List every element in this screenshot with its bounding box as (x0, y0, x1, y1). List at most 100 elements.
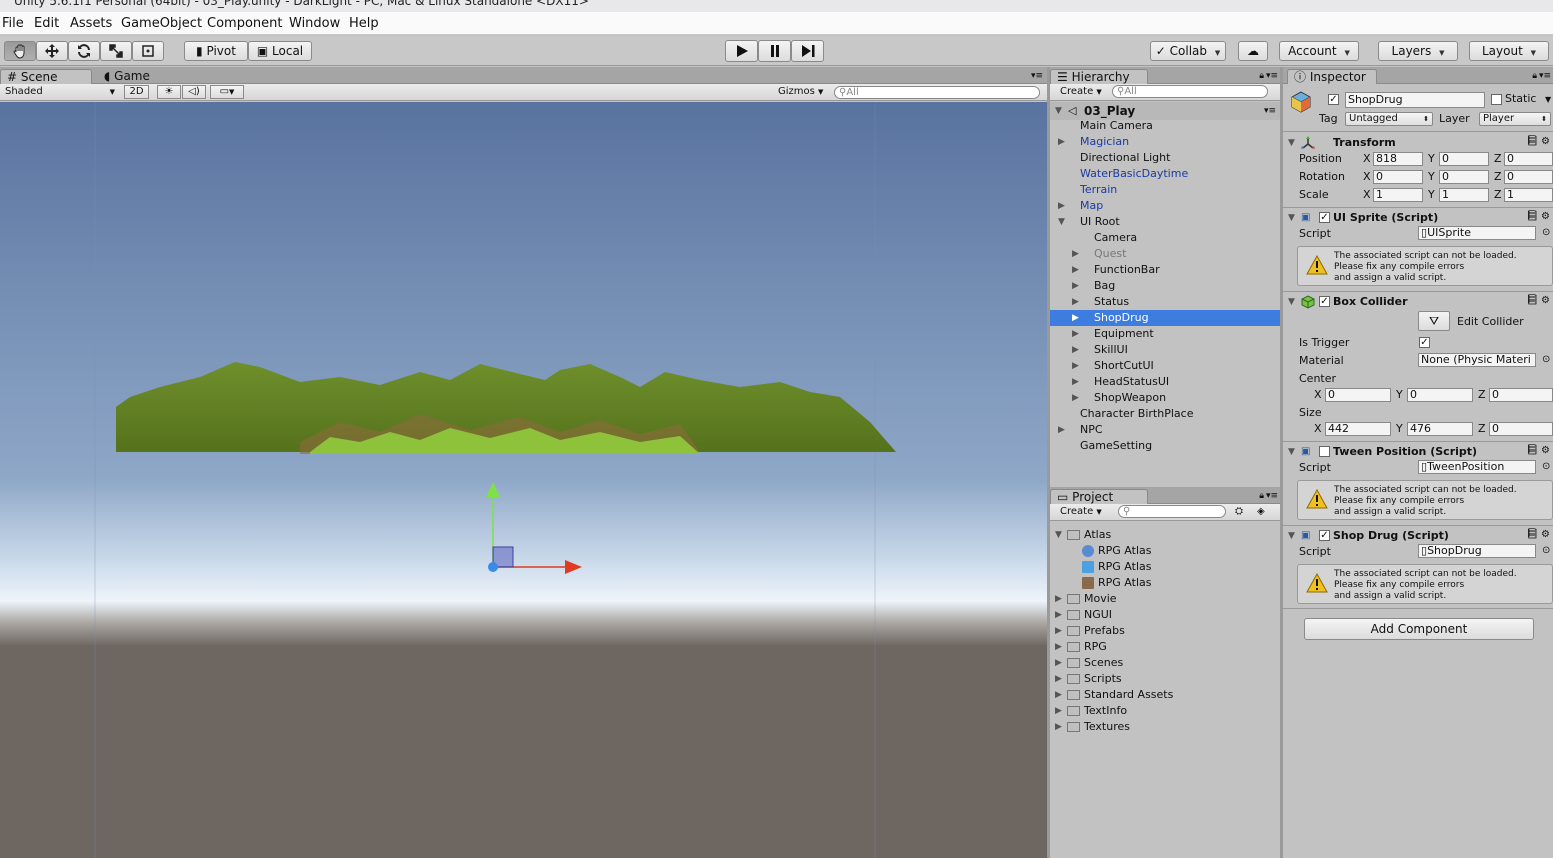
collapse-arrow-icon[interactable]: ▶ (1055, 591, 1062, 607)
collapse-arrow-icon[interactable]: ▶ (1055, 703, 1062, 719)
collapse-arrow-icon[interactable]: ▶ (1055, 671, 1062, 687)
menu-window[interactable]: Window (289, 16, 340, 31)
project-create-dropdown[interactable]: Create ▼ (1060, 505, 1102, 519)
lighting-toggle[interactable]: ☀ (157, 85, 181, 99)
hierarchy-item[interactable]: ▶ Equipment (1050, 326, 1280, 342)
hand-tool-button[interactable] (4, 41, 36, 61)
lock-icon[interactable]: 🔒︎ (1532, 69, 1537, 83)
collapse-arrow-icon[interactable]: ▶ (1055, 719, 1062, 735)
box-collider-enabled-checkbox[interactable]: ✓ (1319, 296, 1330, 307)
project-item[interactable]: ▶ RPG (1050, 639, 1280, 655)
object-picker-icon[interactable]: ⊙ (1542, 544, 1550, 558)
project-item[interactable]: ▶ Scripts (1050, 671, 1280, 687)
rotation-x-field[interactable]: 0 (1373, 170, 1423, 184)
hierarchy-item[interactable]: ▶ SkillUI (1050, 342, 1280, 358)
gizmos-dropdown[interactable]: Gizmos ▼ (778, 85, 823, 99)
layers-dropdown[interactable]: Layers ▼ (1378, 41, 1458, 61)
project-item[interactable]: ▶ Standard Assets (1050, 687, 1280, 703)
collapse-arrow-icon[interactable]: ▶ (1072, 342, 1079, 358)
collapse-arrow-icon[interactable]: ▶ (1072, 310, 1079, 326)
menu-assets[interactable]: Assets (70, 16, 112, 31)
rect-tool-button[interactable] (132, 41, 164, 61)
expand-arrow-icon[interactable]: ▼ (1055, 527, 1062, 543)
hierarchy-item[interactable]: Terrain (1050, 182, 1280, 198)
hierarchy-item[interactable]: ▶ ShopWeapon (1050, 390, 1280, 406)
ui-sprite-enabled-checkbox[interactable]: ✓ (1319, 212, 1330, 223)
project-search-input[interactable]: ⚲ (1118, 505, 1226, 518)
pause-button[interactable] (758, 40, 791, 62)
object-picker-icon[interactable]: ⊙ (1542, 226, 1550, 240)
ui-sprite-script-field[interactable]: ▯UISprite (1418, 226, 1536, 240)
hierarchy-item[interactable]: WaterBasicDaytime (1050, 166, 1280, 182)
mode-2d-toggle[interactable]: 2D (124, 85, 149, 99)
object-name-field[interactable]: ShopDrug (1345, 92, 1485, 108)
foldout-arrow-icon[interactable]: ▼ (1288, 294, 1295, 310)
move-tool-button[interactable] (36, 41, 68, 61)
position-x-field[interactable]: 818 (1373, 152, 1423, 166)
expand-arrow-icon[interactable]: ▼ (1058, 214, 1065, 230)
collapse-arrow-icon[interactable]: ▶ (1072, 326, 1079, 342)
scene-search-input[interactable]: ⚲All (834, 86, 1040, 99)
center-z-field[interactable]: 0 (1489, 388, 1553, 402)
hierarchy-item[interactable]: ▶ Magician (1050, 134, 1280, 150)
active-checkbox[interactable]: ✓ (1328, 94, 1339, 105)
play-button[interactable] (725, 40, 758, 62)
effects-dropdown[interactable]: ▭▼ (210, 85, 244, 99)
tab-inspector[interactable]: ⓘ Inspector (1287, 69, 1377, 84)
hierarchy-item[interactable]: Directional Light (1050, 150, 1280, 166)
foldout-arrow-icon[interactable]: ▼ (1288, 210, 1295, 226)
foldout-arrow-icon[interactable]: ▼ (1288, 135, 1295, 151)
object-picker-icon[interactable]: ⊙ (1542, 460, 1550, 474)
menu-file[interactable]: File (2, 16, 24, 31)
collapse-arrow-icon[interactable]: ▶ (1058, 422, 1065, 438)
component-gear-icon[interactable]: ⚙ (1541, 444, 1550, 458)
collapse-arrow-icon[interactable]: ▶ (1072, 390, 1079, 406)
hierarchy-item[interactable]: ▶ ShopDrug (1050, 310, 1280, 326)
foldout-arrow-icon[interactable]: ▼ (1288, 444, 1295, 460)
rotation-z-field[interactable]: 0 (1504, 170, 1553, 184)
lock-icon[interactable]: 🔒︎ (1259, 69, 1264, 83)
size-x-field[interactable]: 442 (1325, 422, 1391, 436)
hierarchy-item[interactable]: ▶ FunctionBar (1050, 262, 1280, 278)
project-item[interactable]: ▶ Scenes (1050, 655, 1280, 671)
hierarchy-item[interactable]: Main Camera (1050, 118, 1280, 134)
collapse-arrow-icon[interactable]: ▶ (1072, 358, 1079, 374)
collapse-arrow-icon[interactable]: ▶ (1055, 607, 1062, 623)
project-item[interactable]: ▶ Movie (1050, 591, 1280, 607)
collapse-arrow-icon[interactable]: ▶ (1072, 278, 1079, 294)
center-x-field[interactable]: 0 (1325, 388, 1391, 402)
size-z-field[interactable]: 0 (1489, 422, 1553, 436)
component-gear-icon[interactable]: ⚙ (1541, 294, 1550, 308)
collapse-arrow-icon[interactable]: ▶ (1072, 294, 1079, 310)
pivot-toggle-button[interactable]: ▮ Pivot (184, 41, 248, 61)
collab-dropdown[interactable]: ✓ Collab ▼ (1150, 41, 1226, 61)
project-item[interactable]: ▶ Prefabs (1050, 623, 1280, 639)
step-button[interactable] (791, 40, 824, 62)
help-book-icon[interactable]: 📘︎ (1526, 135, 1539, 149)
rotation-y-field[interactable]: 0 (1439, 170, 1489, 184)
tab-project[interactable]: ▭ Project (1050, 489, 1148, 504)
rotate-tool-button[interactable] (68, 41, 100, 61)
scale-x-field[interactable]: 1 (1373, 188, 1423, 202)
component-gear-icon[interactable]: ⚙ (1541, 528, 1550, 542)
menu-edit[interactable]: Edit (34, 16, 59, 31)
center-y-field[interactable]: 0 (1407, 388, 1473, 402)
collapse-arrow-icon[interactable]: ▶ (1055, 655, 1062, 671)
project-item[interactable]: RPG Atlas (1050, 543, 1280, 559)
collapse-arrow-icon[interactable]: ▶ (1058, 198, 1065, 214)
cloud-button[interactable]: ☁ (1238, 41, 1268, 61)
help-book-icon[interactable]: 📘︎ (1526, 528, 1539, 542)
layer-dropdown[interactable]: Player ⬍ (1479, 112, 1551, 126)
static-dropdown-icon[interactable]: ▼ (1545, 93, 1551, 107)
menu-help[interactable]: Help (349, 16, 379, 31)
collapse-arrow-icon[interactable]: ▶ (1072, 246, 1079, 262)
lock-icon[interactable]: 🔒︎ (1259, 489, 1264, 503)
collapse-arrow-icon[interactable]: ▶ (1055, 639, 1062, 655)
panel-menu-icon[interactable]: ▾≡ (1539, 69, 1551, 83)
size-y-field[interactable]: 476 (1407, 422, 1473, 436)
collapse-arrow-icon[interactable]: ▶ (1055, 623, 1062, 639)
hierarchy-item[interactable]: Camera (1050, 230, 1280, 246)
panel-menu-icon[interactable]: ▾≡ (1031, 69, 1043, 83)
project-item[interactable]: RPG Atlas (1050, 559, 1280, 575)
collapse-arrow-icon[interactable]: ▶ (1058, 134, 1065, 150)
